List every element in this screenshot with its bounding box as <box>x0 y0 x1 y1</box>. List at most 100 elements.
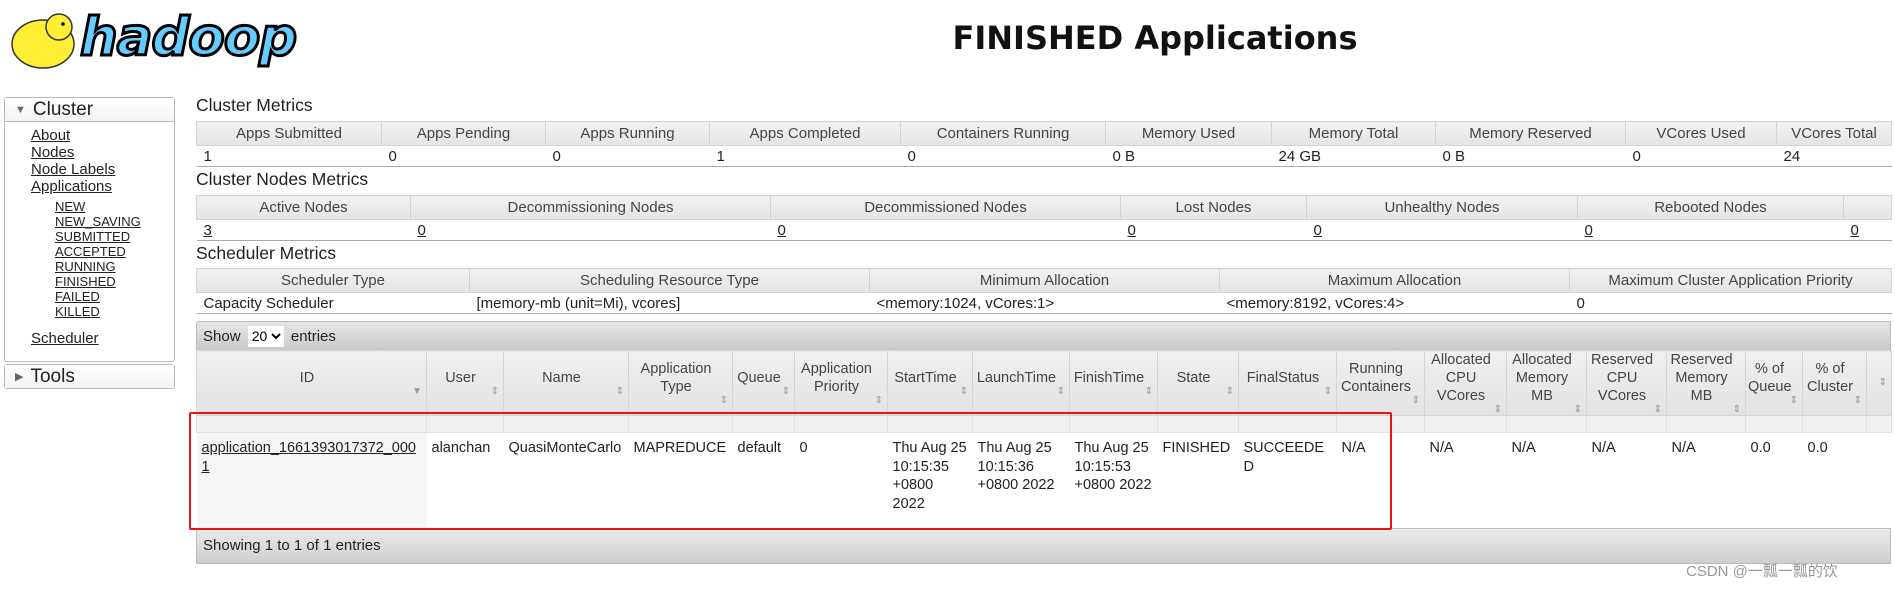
column-header[interactable]: Decommissioning Nodes <box>410 195 771 220</box>
column-header[interactable]: Containers Running <box>900 121 1106 146</box>
sort-icon[interactable]: ⇕ <box>1072 387 1153 397</box>
column-header[interactable]: Apps Completed <box>709 121 901 146</box>
sidebar-link-applications[interactable]: Applications <box>31 178 174 195</box>
metric-link[interactable]: 0 <box>1128 222 1136 239</box>
column-header-sortable[interactable]: LaunchTime ⇕ <box>972 350 1070 416</box>
column-header-sortable[interactable]: Allocated Memory MB ⇕ <box>1506 350 1587 416</box>
column-header-sortable[interactable]: FinalStatus ⇕ <box>1238 350 1337 416</box>
column-header[interactable]: Apps Submitted <box>196 121 382 146</box>
column-header-sortable[interactable]: Reserved Memory MB ⇕ <box>1666 350 1746 416</box>
sort-icon[interactable]: ⇕ <box>975 387 1065 397</box>
metric-value: [memory-mb (unit=Mi), vcores] <box>469 292 870 314</box>
column-header-sortable[interactable]: Reserved CPU VCores ⇕ <box>1586 350 1667 416</box>
column-header-sortable[interactable]: ⇕ <box>1866 350 1892 416</box>
column-header[interactable]: Rebooted Nodes <box>1577 195 1844 220</box>
metric-link[interactable]: 0 <box>1851 222 1859 239</box>
column-header[interactable]: Lost Nodes <box>1120 195 1307 220</box>
showing-entries-text: Showing 1 to 1 of 1 entries <box>203 537 381 554</box>
metric-link[interactable]: 0 <box>1585 222 1593 239</box>
metric-link[interactable]: 0 <box>778 222 786 239</box>
page-title: FINISHED Applications <box>952 19 1358 57</box>
column-header-sortable[interactable]: % of Queue ⇕ <box>1745 350 1803 416</box>
column-header-sortable[interactable]: State ⇕ <box>1157 350 1239 416</box>
column-header[interactable]: Memory Total <box>1271 121 1436 146</box>
column-header[interactable]: Scheduling Resource Type <box>469 268 870 293</box>
sidebar-state-new[interactable]: NEW <box>31 199 174 214</box>
sort-icon[interactable]: ⇕ <box>890 387 968 397</box>
sort-icon[interactable]: ⇕ <box>1427 405 1502 415</box>
metric-value: 0 <box>1625 145 1777 167</box>
sort-icon[interactable]: ⇕ <box>1805 396 1862 406</box>
metric-link[interactable]: 0 <box>1314 222 1322 239</box>
sidebar-state-new_saving[interactable]: NEW_SAVING <box>31 214 174 229</box>
column-header[interactable] <box>1843 195 1892 220</box>
sort-icon[interactable]: ⇕ <box>735 387 790 397</box>
sort-icon[interactable]: ⇕ <box>429 387 499 397</box>
sort-icon[interactable]: ⇕ <box>1160 387 1234 397</box>
sort-icon[interactable]: ⇕ <box>1241 387 1332 397</box>
sort-icon[interactable]: ⇕ <box>797 396 883 406</box>
cluster-section-toggle[interactable]: ▼ Cluster <box>5 98 174 122</box>
sort-icon[interactable]: ⇕ <box>1669 405 1741 415</box>
sort-desc-icon[interactable]: ▼ <box>199 387 422 397</box>
tools-section-toggle[interactable]: ▶ Tools <box>5 365 174 388</box>
sidebar-link-about[interactable]: About <box>31 127 174 144</box>
sort-icon[interactable]: ⇕ <box>1869 378 1887 388</box>
column-header[interactable]: Active Nodes <box>196 195 411 220</box>
column-header[interactable]: Scheduler Type <box>196 268 470 293</box>
sidebar-state-failed[interactable]: FAILED <box>31 289 174 304</box>
sort-icon[interactable]: ⇕ <box>506 387 624 397</box>
column-header[interactable]: Maximum Cluster Application Priority <box>1569 268 1892 293</box>
nodes-metrics-table: Active Nodes Decommissioning Nodes Decommi… <box>196 195 1892 241</box>
values-row: Capacity Scheduler [memory-mb (unit=Mi), … <box>196 292 1892 314</box>
column-header-sortable[interactable]: % of Cluster ⇕ <box>1802 350 1867 416</box>
column-header[interactable]: Minimum Allocation <box>869 268 1220 293</box>
metric-link[interactable]: 0 <box>418 222 426 239</box>
column-header-sortable[interactable]: User ⇕ <box>426 350 504 416</box>
sidebar-link-nodes[interactable]: Nodes <box>31 144 174 161</box>
column-header-sortable[interactable]: Allocated CPU VCores ⇕ <box>1424 350 1507 416</box>
application-id-link[interactable]: application_1661393017372_0001 <box>202 440 416 475</box>
column-header-sortable[interactable]: StartTime ⇕ <box>887 350 973 416</box>
sort-icon[interactable]: ⇕ <box>1748 396 1798 406</box>
column-header-sortable[interactable]: ID ▼ <box>196 350 427 416</box>
sidebar-link-node-labels[interactable]: Node Labels <box>31 161 174 178</box>
filter-cell <box>794 415 888 433</box>
sidebar-state-running[interactable]: RUNNING <box>31 259 174 274</box>
sidebar-state-finished[interactable]: FINISHED <box>31 274 174 289</box>
column-header[interactable]: VCores Used <box>1625 121 1777 146</box>
column-header[interactable]: Memory Reserved <box>1435 121 1626 146</box>
sidebar-state-killed[interactable]: KILLED <box>31 304 174 319</box>
column-header-sortable[interactable]: Running Containers ⇕ <box>1336 350 1425 416</box>
sort-icon[interactable]: ⇕ <box>1339 396 1420 406</box>
column-header-sortable[interactable]: Queue ⇕ <box>732 350 795 416</box>
column-header[interactable]: Unhealthy Nodes <box>1306 195 1578 220</box>
column-header-label: ID <box>299 370 315 386</box>
table-info: Showing 1 to 1 of 1 entries <box>196 528 1891 564</box>
column-header-sortable[interactable]: Name ⇕ <box>503 350 629 416</box>
filter-cell <box>1157 415 1239 433</box>
column-header[interactable]: Decommissioned Nodes <box>770 195 1121 220</box>
sidebar-state-submitted[interactable]: SUBMITTED <box>31 229 174 244</box>
column-header-sortable[interactable]: Application Priority ⇕ <box>794 350 888 416</box>
column-header-label: Running Containers <box>1340 361 1412 395</box>
metric-link[interactable]: 3 <box>204 222 212 239</box>
cluster-label: Cluster <box>32 99 94 120</box>
column-header-sortable[interactable]: Application Type ⇕ <box>628 350 733 416</box>
table-cell: SUCCEEDED <box>1243 440 1325 475</box>
sidebar-link-scheduler[interactable]: Scheduler <box>31 330 174 347</box>
column-header[interactable]: Maximum Allocation <box>1219 268 1570 293</box>
column-header[interactable]: Memory Used <box>1105 121 1272 146</box>
column-header[interactable]: VCores Total <box>1776 121 1892 146</box>
column-header[interactable]: Apps Running <box>545 121 710 146</box>
sort-icon[interactable]: ⇕ <box>1589 405 1662 415</box>
sort-icon[interactable]: ⇕ <box>631 396 728 406</box>
sidebar-state-accepted[interactable]: ACCEPTED <box>31 244 174 259</box>
sort-icon[interactable]: ⇕ <box>1509 405 1582 415</box>
column-header[interactable]: Apps Pending <box>381 121 546 146</box>
table-cell: N/A <box>1341 440 1366 456</box>
hadoop-logo[interactable]: hadoop <box>5 5 305 73</box>
sidebar-links: About Nodes Node Labels Applications NEW NEW_… <box>5 122 174 347</box>
column-header-sortable[interactable]: FinishTime ⇕ <box>1069 350 1158 416</box>
page-size-select[interactable]: 20 <box>247 325 284 347</box>
